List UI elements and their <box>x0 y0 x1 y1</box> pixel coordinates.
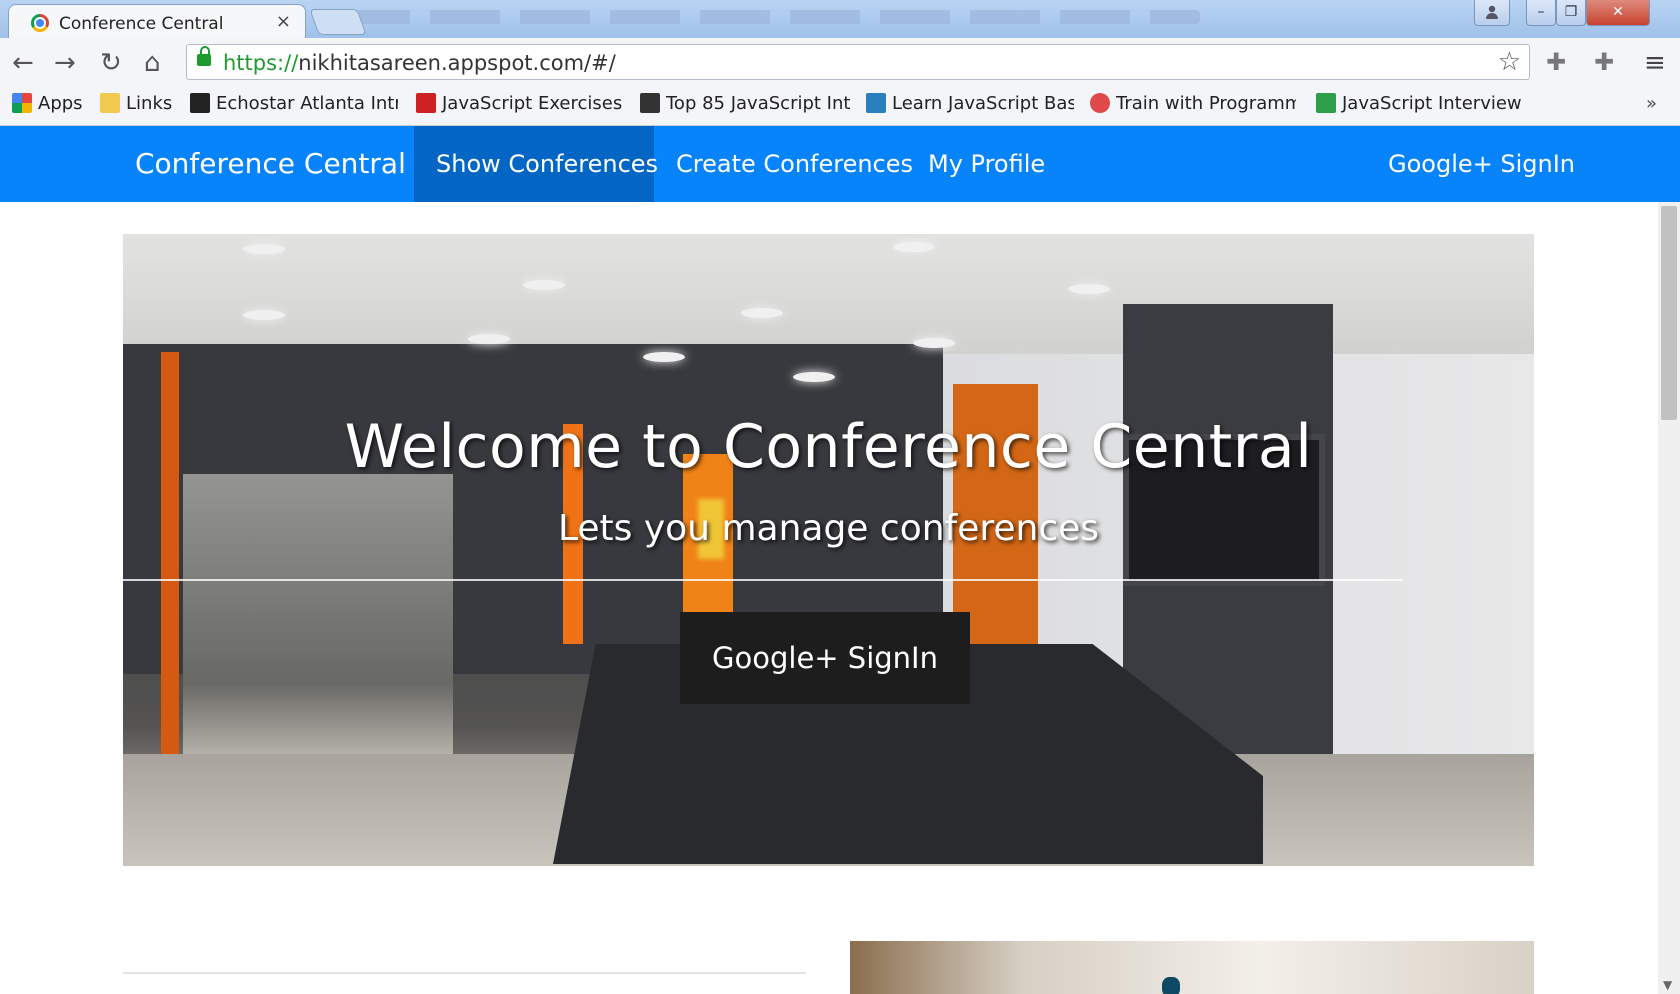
scrollbar-thumb[interactable] <box>1661 206 1677 420</box>
maximize-button[interactable]: ❐ <box>1556 0 1586 26</box>
s-logo-icon <box>190 93 210 113</box>
tab-close-icon[interactable]: × <box>276 11 291 32</box>
site-brand[interactable]: Conference Central <box>113 126 428 202</box>
bookmark-echostar[interactable]: Echostar Atlanta Intra <box>190 93 398 119</box>
bookmark-js-interview[interactable]: JavaScript Interview Q <box>1316 93 1524 119</box>
user-icon <box>1486 5 1498 19</box>
address-url[interactable]: https://nikhitasareen.appspot.com/#/ <box>223 51 616 75</box>
nav-google-signin[interactable]: Google+ SignIn <box>1366 126 1597 202</box>
codewars-icon <box>1090 93 1110 113</box>
folder-icon <box>100 93 120 113</box>
nav-my-profile[interactable]: My Profile <box>906 126 1067 202</box>
site-navbar: Conference Central Show Conferences Crea… <box>0 126 1680 202</box>
hero-title: Welcome to Conference Central <box>344 412 1313 482</box>
new-tab-button[interactable] <box>309 9 367 35</box>
tab-title: Conference Central <box>59 14 224 34</box>
browser-tab[interactable]: Conference Central × <box>8 4 306 38</box>
blurred-taskbar-text <box>340 10 1200 24</box>
bookmark-codewars[interactable]: Train with Programmi <box>1090 93 1296 119</box>
bookmark-label: Top 85 JavaScript Inte <box>666 93 850 114</box>
bookmark-label: Learn JavaScript Basic <box>892 93 1074 114</box>
url-scheme: https:// <box>223 51 299 75</box>
bookmark-learn-js[interactable]: Learn JavaScript Basic <box>866 93 1074 119</box>
image-detail <box>1162 977 1180 994</box>
extension-puzzle-icon[interactable]: ✚ <box>1546 48 1566 76</box>
minimize-button[interactable]: – <box>1526 0 1556 26</box>
hero-google-signin-button[interactable]: Google+ SignIn <box>680 612 970 704</box>
hero-banner: Welcome to Conference Central Lets you m… <box>123 234 1534 866</box>
hero-overlay <box>123 234 1534 866</box>
bookmarks-bar: Apps Links Echostar Atlanta Intra JavaSc… <box>0 88 1680 126</box>
chrome-menu-icon[interactable]: ≡ <box>1644 48 1666 78</box>
bookmark-label: Train with Programmi <box>1116 93 1296 114</box>
apps-grid-icon <box>12 93 32 113</box>
bookmark-label: Apps <box>38 93 83 114</box>
bookmarks-overflow-icon[interactable]: » <box>1646 93 1657 119</box>
bookmark-links-folder[interactable]: Links <box>100 93 180 119</box>
back-arrow-icon[interactable]: ← <box>12 48 34 78</box>
bookmark-label: Echostar Atlanta Intra <box>216 93 398 114</box>
forward-arrow-icon[interactable]: → <box>54 48 76 78</box>
bookmark-label: JavaScript Interview Q <box>1342 93 1524 114</box>
extension-puzzle-icon[interactable]: ✚ <box>1594 48 1614 76</box>
hero-subtitle: Lets you manage conferences <box>557 508 1100 549</box>
home-icon[interactable]: ⌂ <box>144 48 161 78</box>
bookmark-label: Links <box>126 93 173 114</box>
browser-toolbar: ← → ↻ ⌂ https://nikhitasareen.appspot.co… <box>0 38 1680 88</box>
hero-divider <box>123 579 1403 581</box>
chrome-favicon-icon <box>31 14 49 32</box>
reload-icon[interactable]: ↻ <box>100 48 122 78</box>
bookmark-label: JavaScript Exercises, P <box>442 93 622 114</box>
code-brackets-icon <box>866 93 886 113</box>
window-close-button[interactable]: ✕ <box>1586 0 1650 26</box>
nav-create-conferences[interactable]: Create Conferences <box>654 126 935 202</box>
page-scrollbar[interactable]: ▼ <box>1658 202 1680 994</box>
bookmark-star-icon[interactable]: ☆ <box>1498 47 1521 77</box>
bookmark-js-exercises[interactable]: JavaScript Exercises, P <box>416 93 622 119</box>
browser-titlebar: Conference Central × – ❐ ✕ <box>0 0 1680 38</box>
bookmark-apps[interactable]: Apps <box>12 93 92 119</box>
question-icon <box>1316 93 1336 113</box>
url-path: nikhitasareen.appspot.com/#/ <box>298 51 616 75</box>
g-logo-icon <box>640 93 660 113</box>
lock-icon <box>197 46 211 66</box>
address-bar[interactable]: https://nikhitasareen.appspot.com/#/ ☆ <box>186 44 1530 80</box>
w3resource-icon <box>416 93 436 113</box>
nav-show-conferences[interactable]: Show Conferences <box>414 126 658 202</box>
section-image <box>850 941 1534 994</box>
scroll-down-arrow-icon[interactable]: ▼ <box>1663 978 1672 992</box>
bookmark-top85[interactable]: Top 85 JavaScript Inte <box>640 93 850 119</box>
user-profile-button[interactable] <box>1474 0 1510 26</box>
web-page: Conference Central Show Conferences Crea… <box>0 126 1680 994</box>
section-divider <box>123 972 806 974</box>
